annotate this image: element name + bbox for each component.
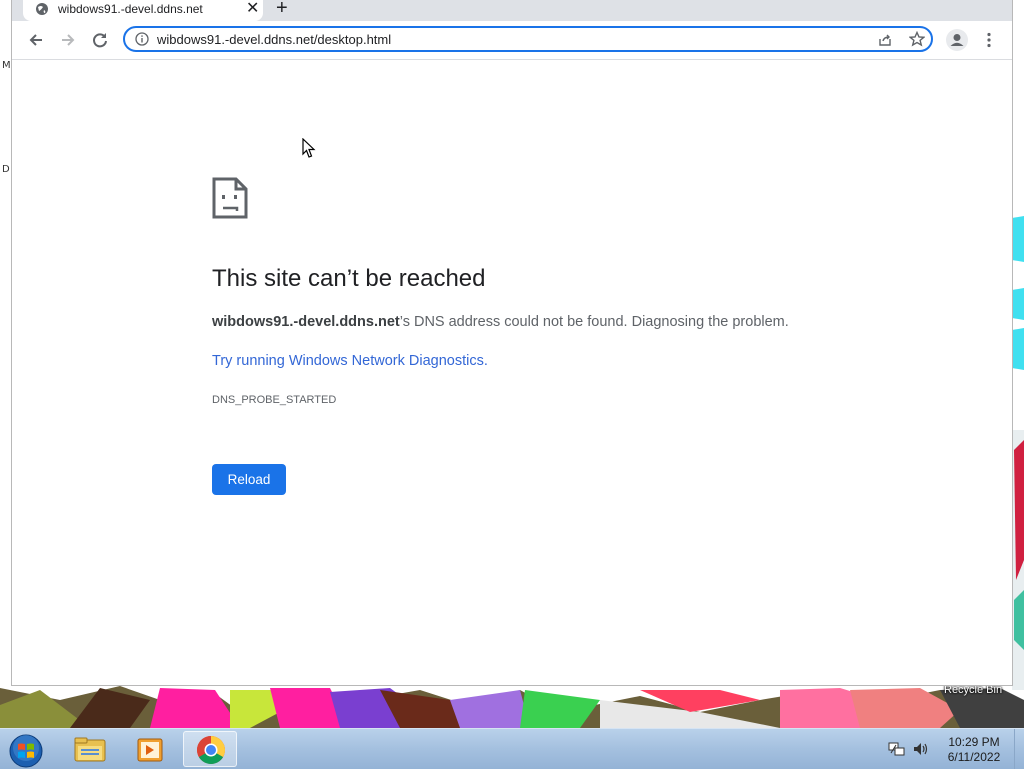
browser-toolbar: wibdows91.-devel.ddns.net/desktop.html xyxy=(12,21,1012,60)
globe-icon xyxy=(36,3,48,15)
taskbar-chrome-button[interactable] xyxy=(183,731,237,767)
browser-tab[interactable]: wibdows91.-devel.ddns.net ✕ xyxy=(23,0,263,21)
info-icon[interactable] xyxy=(135,32,149,46)
clock-time: 10:29 PM xyxy=(948,735,1000,749)
address-url: wibdows91.-devel.ddns.net/desktop.html xyxy=(157,32,392,47)
address-bar[interactable]: wibdows91.-devel.ddns.net/desktop.html xyxy=(123,26,933,52)
new-tab-icon[interactable]: + xyxy=(276,0,288,19)
taskbar-explorer-button[interactable] xyxy=(62,731,116,767)
clock-date: 6/11/2022 xyxy=(947,750,1001,764)
back-arrow-icon[interactable] xyxy=(25,29,47,51)
media-player-icon xyxy=(137,738,163,762)
browser-window: wibdows91.-devel.ddns.net ✕ + wibdows91.… xyxy=(11,0,1013,686)
mouse-pointer-icon xyxy=(302,138,316,158)
error-message: ’s DNS address could not be found. Diagn… xyxy=(399,314,789,330)
sad-page-icon xyxy=(212,177,248,219)
error-code: DNS_PROBE_STARTED xyxy=(212,394,337,406)
show-desktop-button[interactable] xyxy=(1014,729,1024,769)
tab-title: wibdows91.-devel.ddns.net xyxy=(58,2,203,16)
error-title: This site can’t be reached xyxy=(212,265,486,292)
profile-avatar[interactable] xyxy=(946,29,968,51)
profile-icon xyxy=(950,34,964,46)
volume-icon[interactable] xyxy=(912,741,930,757)
tab-strip: wibdows91.-devel.ddns.net ✕ + xyxy=(12,0,1012,21)
error-description: wibdows91.-devel.ddns.net’s DNS address … xyxy=(212,314,789,330)
taskbar-media-player-button[interactable] xyxy=(122,731,176,767)
desktop-fragment: D xyxy=(2,164,10,175)
reload-icon[interactable] xyxy=(89,29,111,51)
network-icon[interactable] xyxy=(888,741,906,757)
reload-button[interactable]: Reload xyxy=(212,464,286,495)
more-menu-icon[interactable] xyxy=(984,29,994,51)
system-clock[interactable]: 10:29 PM 6/11/2022 xyxy=(932,735,1016,765)
network-diagnostics-link[interactable]: Try running Windows Network Diagnostics. xyxy=(212,353,488,369)
close-tab-icon[interactable]: ✕ xyxy=(246,0,259,19)
share-icon[interactable] xyxy=(877,32,893,48)
error-host: wibdows91.-devel.ddns.net xyxy=(212,314,400,330)
forward-arrow-icon[interactable] xyxy=(57,29,79,51)
start-button-icon[interactable] xyxy=(8,733,44,769)
bookmark-star-icon[interactable] xyxy=(909,31,925,47)
taskbar: 10:29 PM 6/11/2022 xyxy=(0,728,1024,769)
desktop-fragment: M xyxy=(2,60,11,71)
chrome-icon xyxy=(197,736,225,764)
folder-icon xyxy=(74,737,106,762)
